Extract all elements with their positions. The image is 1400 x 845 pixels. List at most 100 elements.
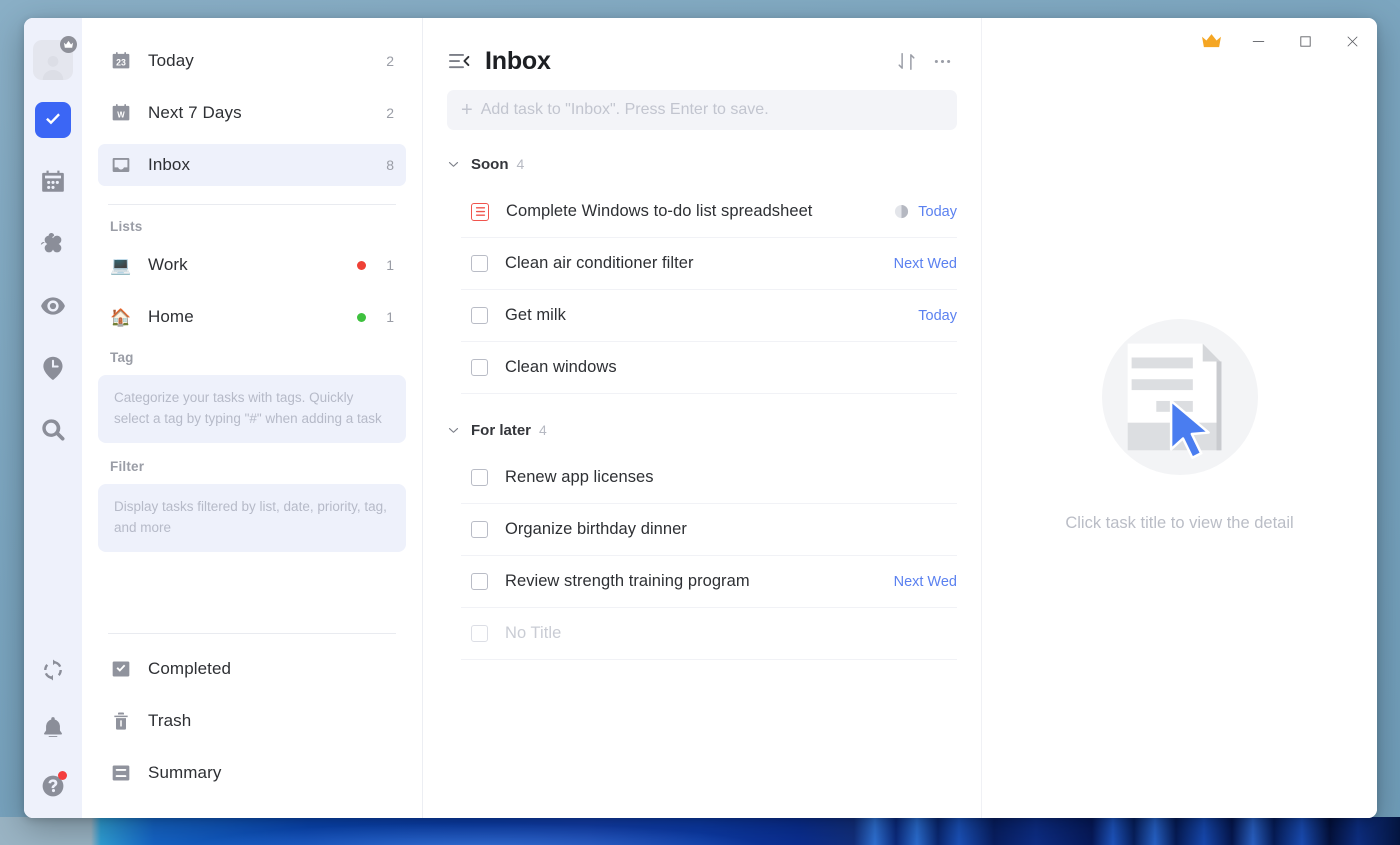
crown-icon [1202, 34, 1221, 48]
sidebar-item-label: Today [148, 51, 194, 70]
task-checkbox[interactable] [471, 255, 488, 272]
svg-text:23: 23 [116, 58, 126, 68]
sidebar-item-inbox[interactable]: Inbox 8 [98, 144, 406, 186]
trash-icon [110, 710, 132, 732]
rail-item-tasks[interactable] [35, 102, 71, 138]
task-group-soon: Soon 4 Complete Windows to-do list sprea… [447, 150, 957, 394]
task-due-date[interactable]: Next Wed [894, 574, 957, 590]
premium-crown-button[interactable] [1188, 18, 1235, 64]
task-due-date[interactable]: Today [918, 204, 957, 220]
task-checkbox[interactable] [471, 469, 488, 486]
note-icon[interactable] [471, 202, 489, 221]
priority-dot-red [357, 260, 367, 270]
sidebar-item-next-7-days[interactable]: W Next 7 Days 2 [98, 92, 406, 134]
rail-item-focus[interactable] [35, 288, 71, 324]
sidebar-divider-bottom [108, 633, 396, 634]
sidebar-list-label: Home [148, 307, 194, 326]
calendar-23-icon: 23 [110, 50, 132, 72]
close-button[interactable] [1329, 18, 1376, 64]
close-icon [1347, 36, 1358, 46]
rail-item-search[interactable] [35, 412, 71, 448]
rail-item-help[interactable] [35, 768, 71, 804]
sidebar-item-today[interactable]: 23 Today 2 [98, 40, 406, 82]
table-row[interactable]: Complete Windows to-do list spreadsheet … [461, 186, 957, 238]
add-task-input[interactable]: + Add task to "Inbox". Press Enter to sa… [447, 90, 957, 130]
task-checkbox[interactable] [471, 359, 488, 376]
task-checkbox[interactable] [471, 521, 488, 538]
sort-icon [897, 52, 915, 70]
rail-item-calendar[interactable] [35, 164, 71, 200]
sidebar-item-count: 8 [386, 157, 394, 173]
checked-box-icon [110, 658, 132, 680]
task-meta: Today [894, 204, 957, 220]
premium-crown-badge[interactable] [60, 36, 77, 53]
rail-item-matrix[interactable] [35, 226, 71, 262]
task-title[interactable]: Clean windows [505, 358, 957, 377]
group-header[interactable]: For later 4 [447, 416, 957, 444]
task-title[interactable]: Complete Windows to-do list spreadsheet [506, 202, 894, 221]
task-list-panel: Inbox + Add task to "Inbox". Press Enter… [423, 18, 982, 818]
search-icon [42, 419, 65, 441]
table-row[interactable]: Clean windows [461, 342, 957, 394]
task-title[interactable]: Get milk [505, 306, 918, 325]
minimize-button[interactable] [1235, 18, 1282, 64]
sidebar-divider [108, 204, 396, 205]
rail-item-pomodoro[interactable] [35, 350, 71, 386]
desktop-wallpaper [0, 817, 1400, 845]
sort-button[interactable] [891, 46, 921, 76]
table-row[interactable]: Renew app licenses [461, 452, 957, 504]
task-title[interactable]: Review strength training program [505, 572, 894, 591]
filter-hint: Display tasks filtered by list, date, pr… [98, 483, 406, 552]
more-horizontal-icon [934, 59, 950, 63]
task-title[interactable]: No Title [505, 624, 957, 643]
sidebar-list-home[interactable]: 🏠 Home 1 [98, 296, 406, 338]
lists-header: Lists [110, 219, 143, 234]
rail-item-sync[interactable] [35, 652, 71, 688]
sidebar: 23 Today 2 W Next 7 Days 2 Inbox 8 Lists… [82, 18, 423, 818]
sidebar-item-trash[interactable]: Trash [98, 700, 406, 742]
page-title: Inbox [485, 46, 551, 75]
rail-item-notifications[interactable] [35, 710, 71, 746]
collapse-sidebar-icon[interactable] [447, 49, 471, 73]
empty-state-text: Click task title to view the detail [1065, 514, 1294, 532]
wallpaper-bloom [0, 817, 1400, 845]
calendar-icon [42, 170, 64, 192]
person-icon [42, 55, 64, 80]
sidebar-item-summary[interactable]: Summary [98, 752, 406, 794]
filter-header: Filter [110, 458, 145, 474]
task-meta: Next Wed [894, 574, 957, 590]
task-checkbox[interactable] [471, 307, 488, 324]
task-title[interactable]: Clean air conditioner filter [505, 254, 894, 273]
table-row[interactable]: Organize birthday dinner [461, 504, 957, 556]
task-title[interactable]: Organize birthday dinner [505, 520, 957, 539]
table-row[interactable]: No Title [461, 608, 957, 660]
group-header[interactable]: Soon 4 [447, 150, 957, 178]
sidebar-item-completed[interactable]: Completed [98, 648, 406, 690]
task-due-date[interactable]: Next Wed [894, 256, 957, 272]
four-squares-icon [40, 233, 62, 253]
group-count: 4 [516, 156, 525, 172]
bell-icon [44, 717, 62, 737]
task-due-date[interactable]: Today [918, 308, 957, 324]
check-square-icon [46, 113, 60, 125]
maximize-button[interactable] [1282, 18, 1329, 64]
table-row[interactable]: Review strength training program Next We… [461, 556, 957, 608]
priority-dot-green [357, 312, 367, 322]
sidebar-bottom-group: Completed Trash Summary [98, 633, 406, 818]
laptop-icon: 💻 [110, 255, 132, 275]
rail-bottom-group [35, 652, 71, 818]
avatar[interactable] [33, 36, 77, 80]
task-checkbox[interactable] [471, 625, 488, 642]
sidebar-list-label: Work [148, 255, 188, 274]
sidebar-list-work[interactable]: 💻 Work 1 [98, 244, 406, 286]
table-row[interactable]: Clean air conditioner filter Next Wed [461, 238, 957, 290]
more-options-button[interactable] [927, 46, 957, 76]
task-checkbox[interactable] [471, 573, 488, 590]
task-title[interactable]: Renew app licenses [505, 468, 957, 487]
group-count: 4 [539, 422, 547, 438]
inbox-icon [110, 154, 132, 176]
table-row[interactable]: Get milk Today [461, 290, 957, 342]
svg-text:W: W [117, 110, 125, 119]
document-cursor-icon [1101, 318, 1259, 476]
tag-hint: Categorize your tasks with tags. Quickly… [98, 375, 406, 443]
